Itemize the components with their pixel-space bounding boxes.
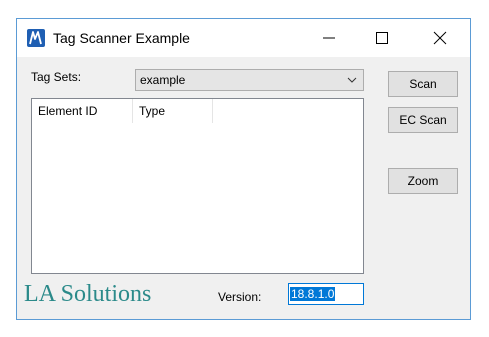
element-list[interactable]: Element ID Type — [31, 98, 364, 274]
version-label: Version: — [218, 290, 262, 304]
brand-logo-text: LA Solutions — [24, 281, 152, 307]
tag-sets-dropdown[interactable]: example — [135, 69, 364, 91]
column-header-label: Element ID — [38, 104, 98, 118]
main-window: Tag Scanner Example Tag Sets: example El… — [16, 18, 471, 320]
minimize-button[interactable] — [306, 19, 352, 57]
microstation-app-icon — [27, 29, 45, 47]
maximize-icon — [376, 32, 388, 44]
minimize-icon — [323, 37, 335, 39]
tag-sets-selected-value: example — [140, 73, 186, 87]
tag-sets-label: Tag Sets: — [31, 70, 82, 84]
zoom-button[interactable]: Zoom — [388, 168, 458, 194]
maximize-button[interactable] — [359, 19, 405, 57]
column-header-type[interactable]: Type — [133, 99, 213, 123]
scan-button[interactable]: Scan — [388, 71, 458, 97]
version-value: 18.8.1.0 — [290, 287, 336, 301]
ec-scan-button[interactable]: EC Scan — [388, 107, 458, 133]
column-header-label: Type — [139, 104, 166, 118]
window-title: Tag Scanner Example — [53, 30, 190, 46]
title-bar[interactable]: Tag Scanner Example — [17, 19, 470, 57]
close-button[interactable] — [417, 19, 463, 57]
version-field[interactable]: 18.8.1.0 — [288, 283, 364, 305]
close-icon — [433, 31, 447, 45]
column-header-element-id[interactable]: Element ID — [32, 99, 133, 123]
chevron-down-icon — [347, 77, 357, 83]
